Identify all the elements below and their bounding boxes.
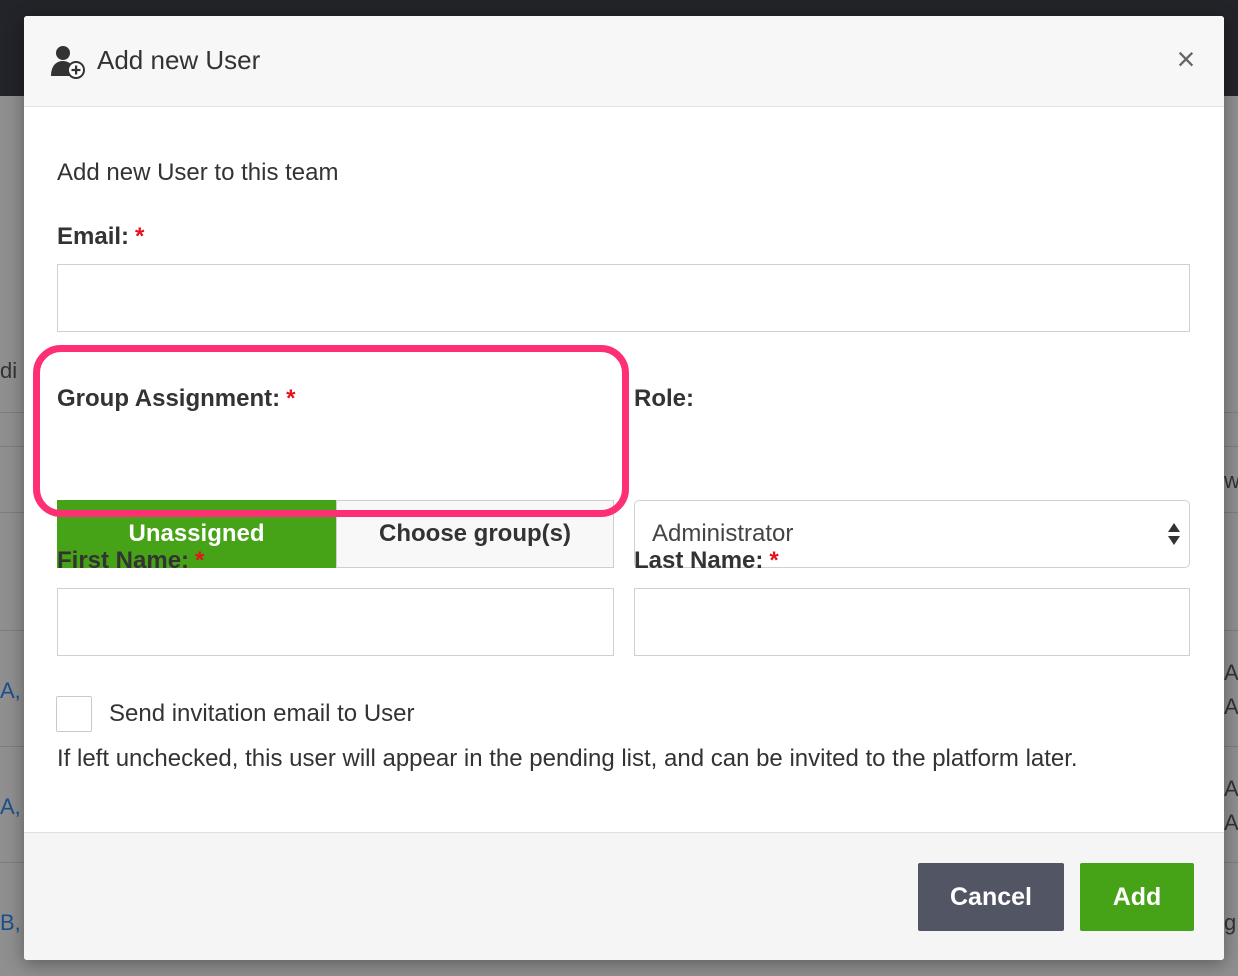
email-label: Email: * [57,223,144,251]
group-assignment-label: Group Assignment: * [57,385,295,413]
role-label: Role: [634,385,694,412]
first-name-label: First Name: * [57,547,204,575]
email-label-text: Email: [57,223,130,250]
select-arrows-icon [1168,523,1180,545]
required-marker: * [195,547,205,574]
close-icon[interactable]: × [1170,43,1202,77]
group-assignment-label-text: Group Assignment: [57,385,281,412]
last-name-label: Last Name: * [634,547,779,575]
required-marker: * [286,385,296,412]
add-user-modal: Add new User × Add new User to this team… [24,16,1224,960]
modal-title: Add new User [97,45,261,75]
required-marker: * [135,223,145,250]
modal-header: Add new User × [24,16,1224,107]
background-text-fragment: A, [1224,660,1238,685]
background-text-fragment: w [1224,468,1238,493]
choose-groups-button[interactable]: Choose group(s) [336,500,614,568]
modal-intro-text: Add new User to this team [57,159,339,186]
background-text-fragment: B, [0,910,21,935]
first-name-label-text: First Name: [57,547,190,574]
invitation-hint-text: If left unchecked, this user will appear… [57,745,1078,772]
background-text-fragment: A, [0,794,21,819]
cancel-button[interactable]: Cancel [918,863,1064,931]
background-text-fragment: di [0,358,18,383]
add-user-icon [51,46,85,79]
background-text-fragment: A [1224,694,1238,719]
required-marker: * [769,547,779,574]
role-select-value: Administrator [652,520,794,547]
last-name-label-text: Last Name: [634,547,764,574]
background-text-fragment: A [1224,810,1238,835]
last-name-field[interactable] [634,588,1190,656]
first-name-field[interactable] [57,588,614,656]
add-button[interactable]: Add [1080,863,1194,931]
background-text-fragment: A, [1224,776,1238,801]
send-invitation-checkbox[interactable] [56,696,92,732]
modal-body: Add new User to this team Email: * Group … [24,107,1224,832]
send-invitation-label: Send invitation email to User [109,700,415,727]
background-text-fragment: g [1224,910,1237,935]
email-field[interactable] [57,264,1190,332]
background-text-fragment: A, [0,678,21,703]
modal-footer: Cancel Add [24,832,1224,960]
